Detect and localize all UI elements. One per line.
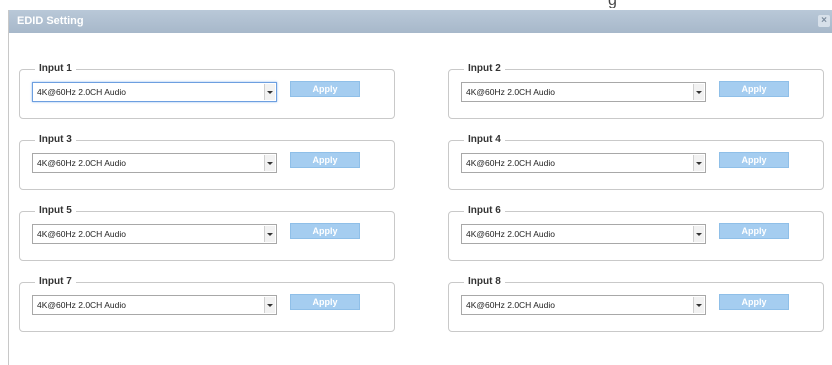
input-3-group: Input 3 4K@60Hz 2.0CH Audio Apply xyxy=(19,133,395,190)
input-1-apply-button[interactable]: Apply xyxy=(290,81,360,97)
chevron-down-icon[interactable] xyxy=(264,226,275,242)
input-7-label: Input 7 xyxy=(35,275,76,289)
chevron-down-icon[interactable] xyxy=(693,155,704,171)
close-icon[interactable]: × xyxy=(818,15,830,27)
input-5-label: Input 5 xyxy=(35,204,76,218)
input-4-edid-value: 4K@60Hz 2.0CH Audio xyxy=(466,158,555,168)
chevron-down-icon[interactable] xyxy=(264,155,275,171)
input-1-label: Input 1 xyxy=(35,62,76,76)
input-5-edid-select[interactable]: 4K@60Hz 2.0CH Audio xyxy=(32,224,277,244)
chevron-down-icon[interactable] xyxy=(693,226,704,242)
input-3-edid-value: 4K@60Hz 2.0CH Audio xyxy=(37,158,126,168)
background-strip: g xyxy=(0,0,832,10)
input-6-label: Input 6 xyxy=(464,204,505,218)
input-8-edid-value: 4K@60Hz 2.0CH Audio xyxy=(466,300,555,310)
input-1-edid-select[interactable]: 4K@60Hz 2.0CH Audio xyxy=(32,82,277,102)
input-4-group: Input 4 4K@60Hz 2.0CH Audio Apply xyxy=(448,133,824,190)
page: g EDID Setting × Input 1 4K@60Hz 2.0CH A… xyxy=(0,0,832,365)
input-1-group: Input 1 4K@60Hz 2.0CH Audio Apply xyxy=(19,62,395,119)
input-7-edid-select[interactable]: 4K@60Hz 2.0CH Audio xyxy=(32,295,277,315)
input-8-label: Input 8 xyxy=(464,275,505,289)
input-5-group: Input 5 4K@60Hz 2.0CH Audio Apply xyxy=(19,204,395,261)
edid-setting-dialog: EDID Setting × Input 1 4K@60Hz 2.0CH Aud… xyxy=(8,10,832,365)
input-4-apply-button[interactable]: Apply xyxy=(719,152,789,168)
input-8-edid-select[interactable]: 4K@60Hz 2.0CH Audio xyxy=(461,295,706,315)
input-7-edid-value: 4K@60Hz 2.0CH Audio xyxy=(37,300,126,310)
dialog-titlebar: EDID Setting × xyxy=(9,10,832,33)
input-4-edid-select[interactable]: 4K@60Hz 2.0CH Audio xyxy=(461,153,706,173)
input-5-apply-button[interactable]: Apply xyxy=(290,223,360,239)
input-3-edid-select[interactable]: 4K@60Hz 2.0CH Audio xyxy=(32,153,277,173)
input-1-edid-value: 4K@60Hz 2.0CH Audio xyxy=(37,87,126,97)
input-2-apply-button[interactable]: Apply xyxy=(719,81,789,97)
input-6-edid-select[interactable]: 4K@60Hz 2.0CH Audio xyxy=(461,224,706,244)
input-6-group: Input 6 4K@60Hz 2.0CH Audio Apply xyxy=(448,204,824,261)
input-4-label: Input 4 xyxy=(464,133,505,147)
input-2-group: Input 2 4K@60Hz 2.0CH Audio Apply xyxy=(448,62,824,119)
input-6-edid-value: 4K@60Hz 2.0CH Audio xyxy=(466,229,555,239)
input-3-label: Input 3 xyxy=(35,133,76,147)
chevron-down-icon[interactable] xyxy=(264,297,275,313)
chevron-down-icon[interactable] xyxy=(693,84,704,100)
input-2-label: Input 2 xyxy=(464,62,505,76)
input-5-edid-value: 4K@60Hz 2.0CH Audio xyxy=(37,229,126,239)
input-8-group: Input 8 4K@60Hz 2.0CH Audio Apply xyxy=(448,275,824,332)
input-3-apply-button[interactable]: Apply xyxy=(290,152,360,168)
input-6-apply-button[interactable]: Apply xyxy=(719,223,789,239)
input-7-apply-button[interactable]: Apply xyxy=(290,294,360,310)
input-8-apply-button[interactable]: Apply xyxy=(719,294,789,310)
input-2-edid-select[interactable]: 4K@60Hz 2.0CH Audio xyxy=(461,82,706,102)
chevron-down-icon[interactable] xyxy=(693,297,704,313)
input-2-edid-value: 4K@60Hz 2.0CH Audio xyxy=(466,87,555,97)
dialog-title: EDID Setting xyxy=(17,15,84,27)
input-7-group: Input 7 4K@60Hz 2.0CH Audio Apply xyxy=(19,275,395,332)
background-text-fragment: g xyxy=(608,0,617,8)
chevron-down-icon[interactable] xyxy=(264,84,275,100)
